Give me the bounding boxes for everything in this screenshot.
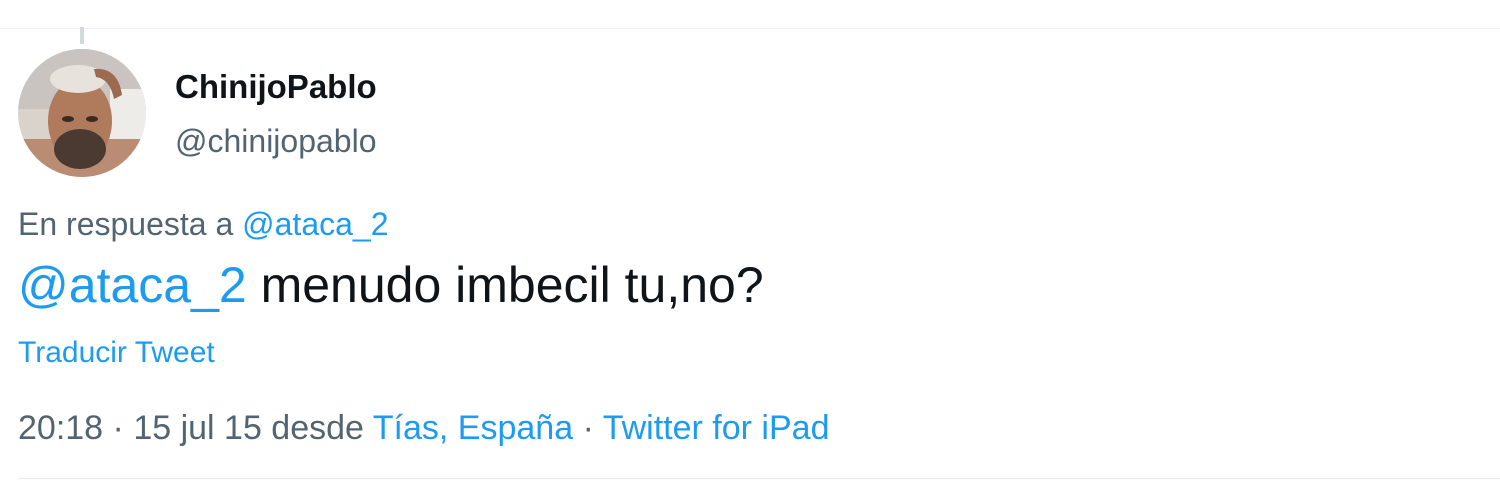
meta-separator-2: · bbox=[573, 409, 603, 447]
tweet-mention-link[interactable]: @ataca_2 bbox=[18, 257, 247, 313]
meta-separator: · bbox=[103, 409, 134, 447]
avatar[interactable] bbox=[18, 49, 146, 177]
reply-context: En respuesta a @ataca_2 bbox=[18, 204, 389, 244]
tweet-location-link[interactable]: Tías, España bbox=[373, 409, 573, 447]
tweet-date[interactable]: 15 jul 15 bbox=[133, 409, 262, 447]
bottom-divider bbox=[18, 478, 1500, 479]
tweet-source-link[interactable]: Twitter for iPad bbox=[603, 409, 830, 447]
author-handle[interactable]: @chinijopablo bbox=[175, 121, 377, 161]
thread-connector-line bbox=[80, 27, 84, 44]
tweet-body-text: menudo imbecil tu,no? bbox=[246, 257, 764, 313]
reply-context-mention-link[interactable]: @ataca_2 bbox=[242, 206, 388, 242]
reply-context-prefix: En respuesta a bbox=[18, 206, 234, 242]
tweet-text: @ataca_2 menudo imbecil tu,no? bbox=[18, 255, 764, 315]
translate-tweet-link[interactable]: Traducir Tweet bbox=[18, 334, 215, 372]
author-display-name[interactable]: ChinijoPablo bbox=[175, 67, 377, 107]
top-divider bbox=[0, 28, 1500, 29]
meta-from-word: desde bbox=[261, 409, 373, 447]
tweet-time[interactable]: 20:18 bbox=[18, 409, 103, 447]
avatar-photo-icon bbox=[18, 49, 146, 177]
tweet-metadata: 20:18 · 15 jul 15 desde Tías, España · T… bbox=[18, 407, 829, 449]
